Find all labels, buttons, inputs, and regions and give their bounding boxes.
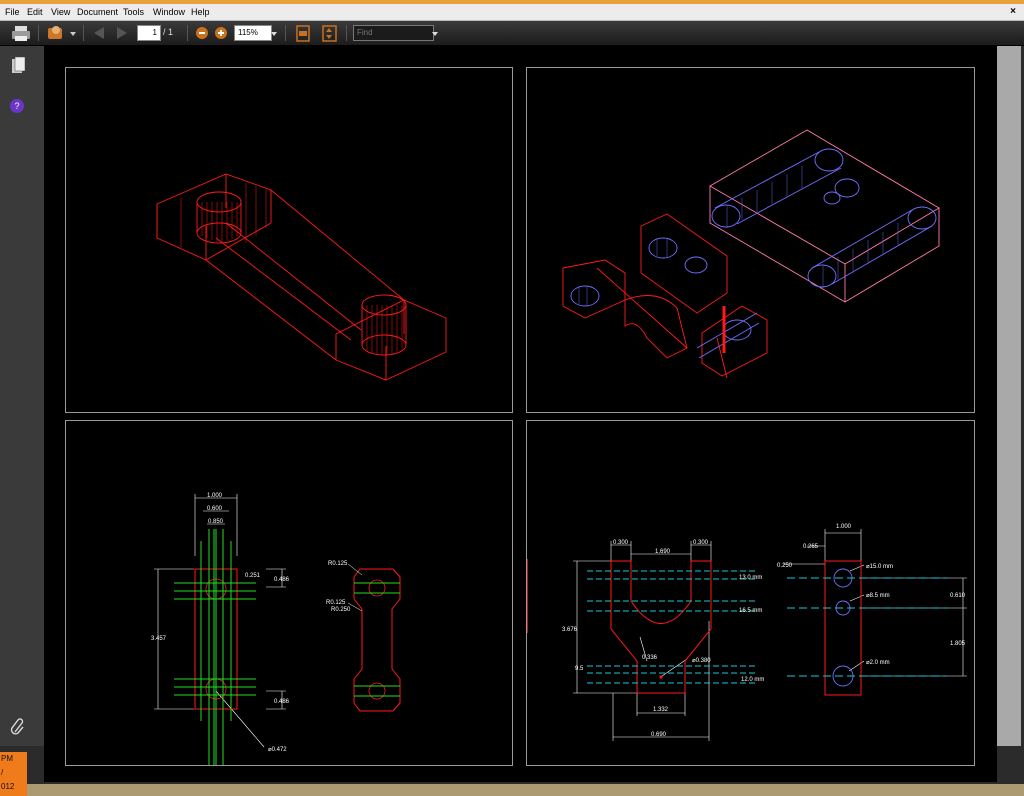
toolbar-separator xyxy=(285,25,286,41)
dim-width-3: 0.850 xyxy=(208,519,224,525)
menu-window[interactable]: Window xyxy=(153,5,185,19)
fullscreen-icon[interactable] xyxy=(320,24,340,42)
dim-k: 1.332 xyxy=(653,707,669,713)
orthographic-view-rod: 1.000 0.600 0.850 0.251 0.486 0.486 3.45… xyxy=(65,420,513,766)
zoom-in-icon[interactable] xyxy=(213,24,229,42)
fit-page-icon[interactable] xyxy=(294,24,312,42)
dim-far-b: 0.250 xyxy=(777,563,793,569)
toolbar-separator xyxy=(83,25,84,41)
print-icon[interactable] xyxy=(10,24,32,42)
dim-far-v2: 1.805 xyxy=(950,641,966,647)
dim-hole: ⌀0.472 xyxy=(268,747,287,753)
chevron-down-icon[interactable] xyxy=(431,24,439,42)
dim-far-c3: ⌀2.0 mm xyxy=(866,660,890,666)
dim-m: 0.690 xyxy=(651,732,667,738)
chevron-down-icon[interactable] xyxy=(270,24,278,42)
menu-tools[interactable]: Tools xyxy=(123,5,144,19)
pages-icon[interactable] xyxy=(10,56,26,76)
zoom-level-select[interactable]: 115% xyxy=(234,25,272,41)
dim-height: 3.676 xyxy=(562,627,578,633)
find-input[interactable]: Find xyxy=(353,25,434,41)
navigation-sidebar: ? xyxy=(0,46,44,746)
toolbar-separator xyxy=(346,25,347,41)
scrollbar-track[interactable] xyxy=(997,46,1021,746)
taskbar-strip xyxy=(0,784,1024,796)
next-page-icon[interactable] xyxy=(113,24,131,42)
dim-far-a: 0.265 xyxy=(803,544,819,550)
svg-text:?: ? xyxy=(14,101,19,111)
dim-b: 1.690 xyxy=(655,549,671,555)
menu-view[interactable]: View xyxy=(51,5,70,19)
dim-side-radius-1: R0.125 xyxy=(328,561,348,567)
previous-page-icon[interactable] xyxy=(90,24,108,42)
menu-help[interactable]: Help xyxy=(191,5,210,19)
taskbar-clock: PM / 012 xyxy=(0,752,27,796)
dim-far-v1: 0.610 xyxy=(950,593,966,599)
dim-radius-3: 0.486 xyxy=(274,699,290,705)
orthographic-view-assembly: 0.300 1.690 0.300 3.676 13.0 mm 16.5 mm … xyxy=(526,420,975,766)
dim-height: 3.457 xyxy=(151,636,167,642)
page-number-input[interactable]: 1 xyxy=(137,25,161,41)
page-total-label: / 1 xyxy=(163,27,174,37)
dim-side-radius-3: R0.250 xyxy=(331,607,351,613)
isometric-view-rod xyxy=(65,67,513,413)
dim-width-1: 1.000 xyxy=(207,493,223,499)
rod-2d-drawing: 1.000 0.600 0.850 0.251 0.486 0.486 3.45… xyxy=(151,493,401,765)
zoom-out-icon[interactable] xyxy=(194,24,210,42)
assembly-2d-drawing: 0.300 1.690 0.300 3.676 13.0 mm 16.5 mm … xyxy=(527,524,967,741)
dim-c: 0.300 xyxy=(693,540,709,546)
dim-radius-2: 0.486 xyxy=(274,577,290,583)
menu-bar: File Edit View Document Tools Window Hel… xyxy=(0,4,1024,21)
dim-depth-3: 12.0 mm xyxy=(741,677,764,683)
clock-line-2: / xyxy=(1,768,4,777)
dim-far-c1: ⌀15.0 mm xyxy=(866,564,893,570)
dim-far-c2: ⌀8.5 mm xyxy=(866,593,890,599)
dim-f: ⌀0.380 xyxy=(692,658,711,664)
pdf-viewer-window: File Edit View Document Tools Window Hel… xyxy=(0,0,1024,796)
dim-depth-2: 16.5 mm xyxy=(739,608,762,614)
toolbar-separator xyxy=(38,25,39,41)
assembly-wireframe-drawing xyxy=(562,129,940,379)
clock-line-1: PM xyxy=(1,754,13,763)
close-document-button[interactable]: × xyxy=(1010,5,1016,19)
dim-side-radius-2: R0.125 xyxy=(326,600,346,606)
dim-far-width: 1.000 xyxy=(836,524,852,530)
toolbar: 1 / 1 115% Find xyxy=(0,21,1024,46)
menu-document[interactable]: Document xyxy=(77,5,118,19)
help-icon[interactable]: ? xyxy=(9,98,25,114)
menu-edit[interactable]: Edit xyxy=(27,5,43,19)
document-page: 1.000 0.600 0.850 0.251 0.486 0.486 3.45… xyxy=(44,46,997,782)
share-icon[interactable] xyxy=(46,24,76,42)
attachment-icon[interactable] xyxy=(10,718,26,736)
toolbar-separator xyxy=(187,25,188,41)
dim-width-2: 0.600 xyxy=(207,506,223,512)
menu-file[interactable]: File xyxy=(5,5,20,19)
rod-wireframe-drawing xyxy=(156,173,447,381)
dim-e: 0.336 xyxy=(642,655,658,661)
dim-depth-1: 13.0 mm xyxy=(739,575,762,581)
dim-g: 9.5 xyxy=(575,666,584,672)
clock-line-3: 012 xyxy=(1,782,15,791)
isometric-view-assembly xyxy=(526,67,975,413)
dim-radius-1: 0.251 xyxy=(245,573,261,579)
dim-a: 0.300 xyxy=(613,540,629,546)
